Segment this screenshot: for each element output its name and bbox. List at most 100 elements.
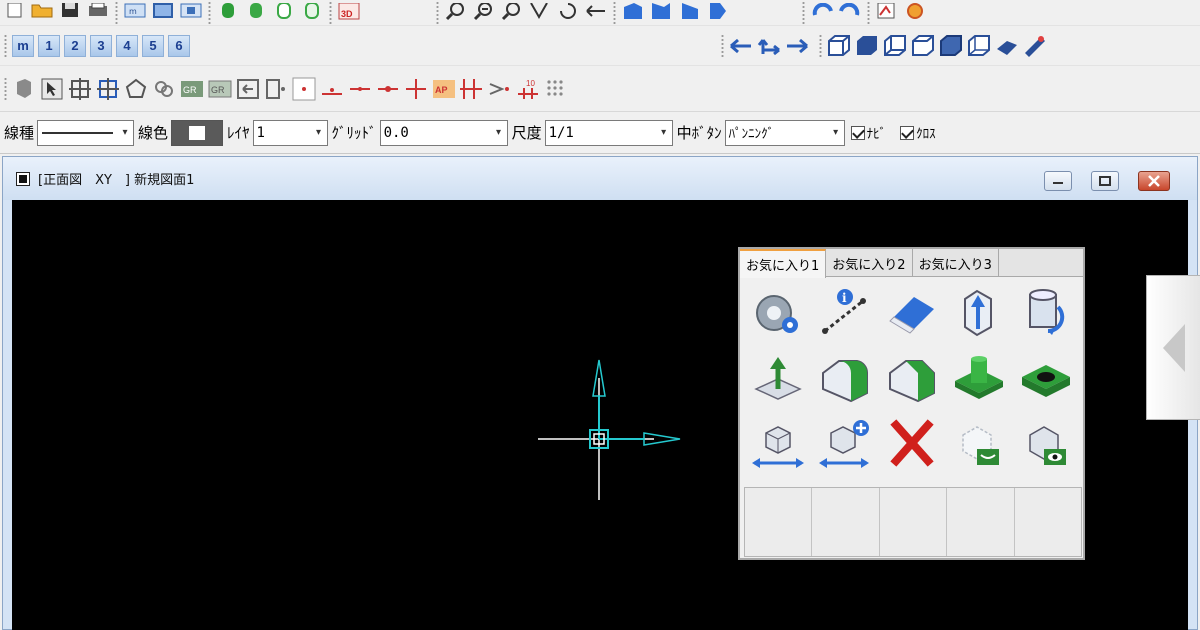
favorites-slot[interactable] — [880, 488, 948, 556]
center-snap-2-icon[interactable] — [95, 76, 121, 102]
group-icon[interactable]: GR — [179, 76, 205, 102]
midpoint-icon[interactable] — [263, 76, 289, 102]
delete-x-icon[interactable] — [878, 411, 945, 477]
cube-side-icon[interactable] — [854, 33, 880, 59]
chart-icon[interactable] — [874, 0, 900, 26]
extrude-arrow-icon[interactable] — [945, 279, 1012, 345]
toolbar-grip[interactable] — [819, 33, 822, 58]
cube-bottom-icon[interactable] — [938, 33, 964, 59]
toolbar-grip[interactable] — [802, 0, 805, 25]
favorites-slot[interactable] — [812, 488, 880, 556]
zoom-in-icon[interactable] — [471, 0, 497, 26]
cube-top-icon[interactable] — [882, 33, 908, 59]
scale-select[interactable]: 1/1 ▾ — [544, 119, 673, 146]
solid-select-icon[interactable] — [11, 76, 37, 102]
toolbar-grip[interactable] — [4, 33, 7, 58]
grid-select[interactable]: 0.0 ▾ — [379, 119, 508, 146]
edit-view-icon[interactable] — [1022, 33, 1048, 59]
view-mode-1-button[interactable]: 1 — [38, 34, 60, 57]
view-mode-m-button[interactable]: m — [12, 34, 34, 57]
line-type-select[interactable]: ▾ — [37, 119, 135, 146]
tab-favorites-1[interactable]: お気に入り1 — [740, 249, 827, 278]
copy-solid-icon[interactable] — [811, 411, 878, 477]
maximize-button[interactable] — [1091, 171, 1119, 191]
view-mode-3-button[interactable]: 3 — [90, 34, 112, 57]
undo-icon[interactable] — [809, 0, 835, 26]
eraser-icon[interactable] — [878, 279, 945, 345]
side-panel-toggle[interactable] — [1146, 275, 1200, 420]
insert-icon[interactable] — [235, 76, 261, 102]
favorites-slot[interactable] — [947, 488, 1015, 556]
cross-checkbox[interactable]: ｸﾛｽ — [900, 123, 936, 142]
tab-favorites-3[interactable]: お気に入り3 — [913, 249, 999, 277]
navi-checkbox[interactable]: ﾅﾋﾞ — [850, 123, 886, 142]
minimize-button[interactable] — [1044, 171, 1072, 191]
toolbar-grip[interactable] — [613, 0, 616, 25]
solid-wire-icon[interactable] — [271, 0, 297, 26]
previous-view-icon[interactable] — [583, 0, 609, 26]
select-arrow-icon[interactable] — [39, 76, 65, 102]
toolbar-grip[interactable] — [4, 76, 7, 101]
perpendicular-icon[interactable] — [319, 76, 345, 102]
toolbar-grip[interactable] — [208, 0, 211, 25]
tab-favorites-2[interactable]: お気に入り2 — [826, 249, 913, 277]
hide-solid-icon[interactable] — [945, 411, 1012, 477]
grid-point-10-icon[interactable]: 10 — [515, 76, 541, 102]
frame-view-icon[interactable] — [150, 0, 176, 26]
grid-snap-icon[interactable] — [543, 76, 569, 102]
point-icon[interactable] — [291, 76, 317, 102]
view-mode-2-button[interactable]: 2 — [64, 34, 86, 57]
toolbar-grip[interactable] — [329, 0, 332, 25]
toolbar-grip[interactable] — [436, 0, 439, 25]
link-icon[interactable] — [151, 76, 177, 102]
chamfer-icon[interactable] — [878, 345, 945, 411]
view-mode-4-button[interactable]: 4 — [116, 34, 138, 57]
new-file-icon[interactable] — [1, 0, 27, 26]
pan-icon[interactable] — [527, 0, 553, 26]
view-side-icon[interactable] — [648, 0, 674, 26]
view-mode-5-button[interactable]: 5 — [142, 34, 164, 57]
favorites-slot[interactable] — [1015, 488, 1081, 556]
save-icon[interactable] — [57, 0, 83, 26]
ungroup-icon[interactable]: GR — [207, 76, 233, 102]
zoom-window-icon[interactable]: m — [122, 0, 148, 26]
cube-iso-icon[interactable] — [994, 33, 1020, 59]
close-button[interactable] — [1138, 171, 1170, 191]
redo-icon[interactable] — [837, 0, 863, 26]
print-icon[interactable] — [85, 0, 111, 26]
arbitrary-point-icon[interactable]: AP — [431, 76, 457, 102]
hole-icon[interactable] — [1012, 345, 1079, 411]
arrow-right-icon[interactable] — [784, 33, 810, 59]
polygon-icon[interactable] — [123, 76, 149, 102]
arrow-left-icon[interactable] — [728, 33, 754, 59]
cube-back-icon[interactable] — [966, 33, 992, 59]
toolbar-grip[interactable] — [115, 0, 118, 25]
view-mode-6-button[interactable]: 6 — [168, 34, 190, 57]
boss-icon[interactable] — [945, 345, 1012, 411]
direction-icon[interactable] — [487, 76, 513, 102]
rotate-cylinder-icon[interactable] — [1012, 279, 1079, 345]
toolbar-grip[interactable] — [867, 0, 870, 25]
view-front-icon[interactable] — [620, 0, 646, 26]
cube-right-icon[interactable] — [910, 33, 936, 59]
layer-select[interactable]: 1 ▾ — [252, 119, 328, 146]
open-folder-icon[interactable] — [29, 0, 55, 26]
arrow-up-right-icon[interactable] — [756, 33, 782, 59]
cube-front-icon[interactable] — [826, 33, 852, 59]
redraw-icon[interactable] — [555, 0, 581, 26]
zoom-icon[interactable] — [443, 0, 469, 26]
cross-point-icon[interactable] — [403, 76, 429, 102]
zoom-out-icon[interactable] — [499, 0, 525, 26]
view-iso-icon[interactable] — [704, 0, 730, 26]
solid-shaded-icon[interactable] — [215, 0, 241, 26]
toolbar-grip[interactable] — [721, 33, 724, 58]
3d-view-icon[interactable]: 3D — [336, 0, 362, 26]
solid-hidden-icon[interactable] — [299, 0, 325, 26]
round-fillet-icon[interactable] — [811, 345, 878, 411]
move-solid-icon[interactable] — [744, 411, 811, 477]
tangent-icon[interactable] — [459, 76, 485, 102]
settings-icon[interactable] — [902, 0, 928, 26]
show-solid-icon[interactable] — [1012, 411, 1079, 477]
favorites-slot[interactable] — [745, 488, 813, 556]
middle-button-select[interactable]: ﾊﾟﾝﾆﾝｸﾞ ▾ — [724, 119, 845, 146]
